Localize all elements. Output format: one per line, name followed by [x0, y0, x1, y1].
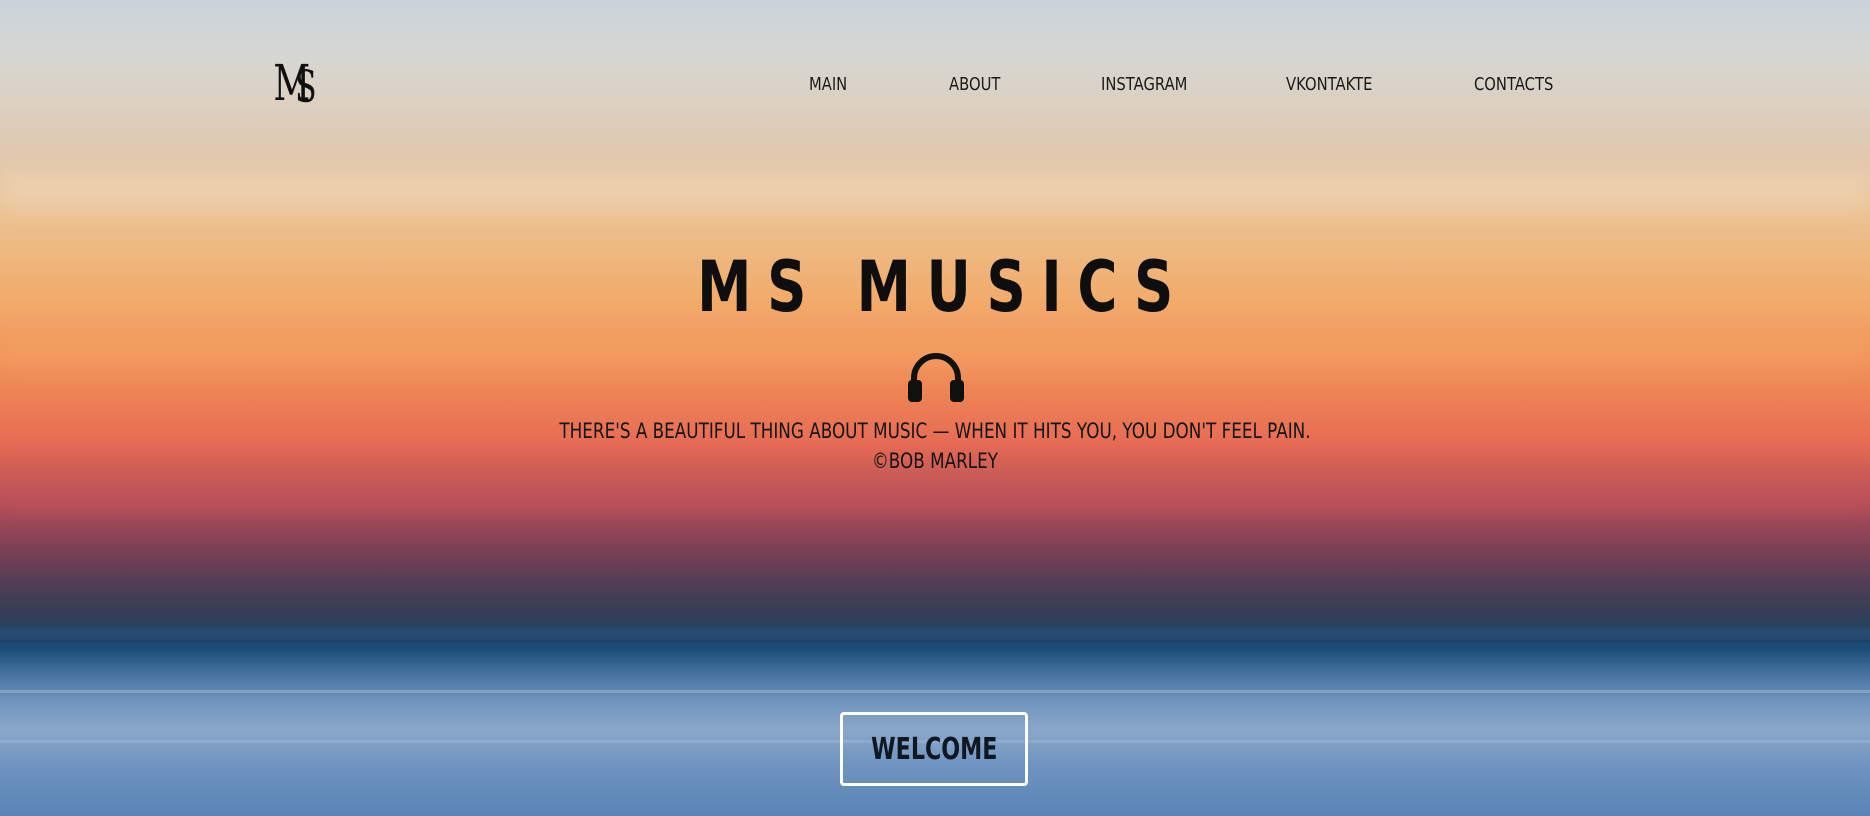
- nav-item-instagram[interactable]: INSTAGRAM: [1101, 74, 1187, 95]
- nav-item-vkontakte[interactable]: VKONTAKTE: [1286, 74, 1372, 95]
- nav-item-main[interactable]: MAIN: [809, 74, 847, 95]
- page-title-text: MS MUSICS: [696, 246, 1189, 328]
- horizon-line: [0, 640, 1870, 643]
- main-nav: MAIN ABOUT INSTAGRAM VKONTAKTE CONTACTS: [0, 74, 1870, 98]
- water-streak: [0, 690, 1870, 693]
- nav-item-contacts[interactable]: CONTACTS: [1474, 74, 1553, 95]
- nav-item-about[interactable]: ABOUT: [949, 74, 1000, 95]
- quote: THERE'S A BEAUTIFUL THING ABOUT MUSIC — …: [0, 416, 1870, 476]
- headphones-icon: [906, 350, 966, 402]
- water-streak: [0, 660, 1870, 663]
- welcome-button[interactable]: WELCOME: [840, 712, 1028, 786]
- welcome-button-label: WELCOME: [870, 731, 998, 767]
- quote-text: THERE'S A BEAUTIFUL THING ABOUT MUSIC — …: [559, 419, 1311, 443]
- quote-author: ©BOB MARLEY: [871, 449, 999, 473]
- sky-haze: [0, 170, 1870, 210]
- page-title: MS MUSICS: [0, 252, 1870, 322]
- sky-haze: [0, 470, 1870, 510]
- hero-background: [0, 0, 1870, 816]
